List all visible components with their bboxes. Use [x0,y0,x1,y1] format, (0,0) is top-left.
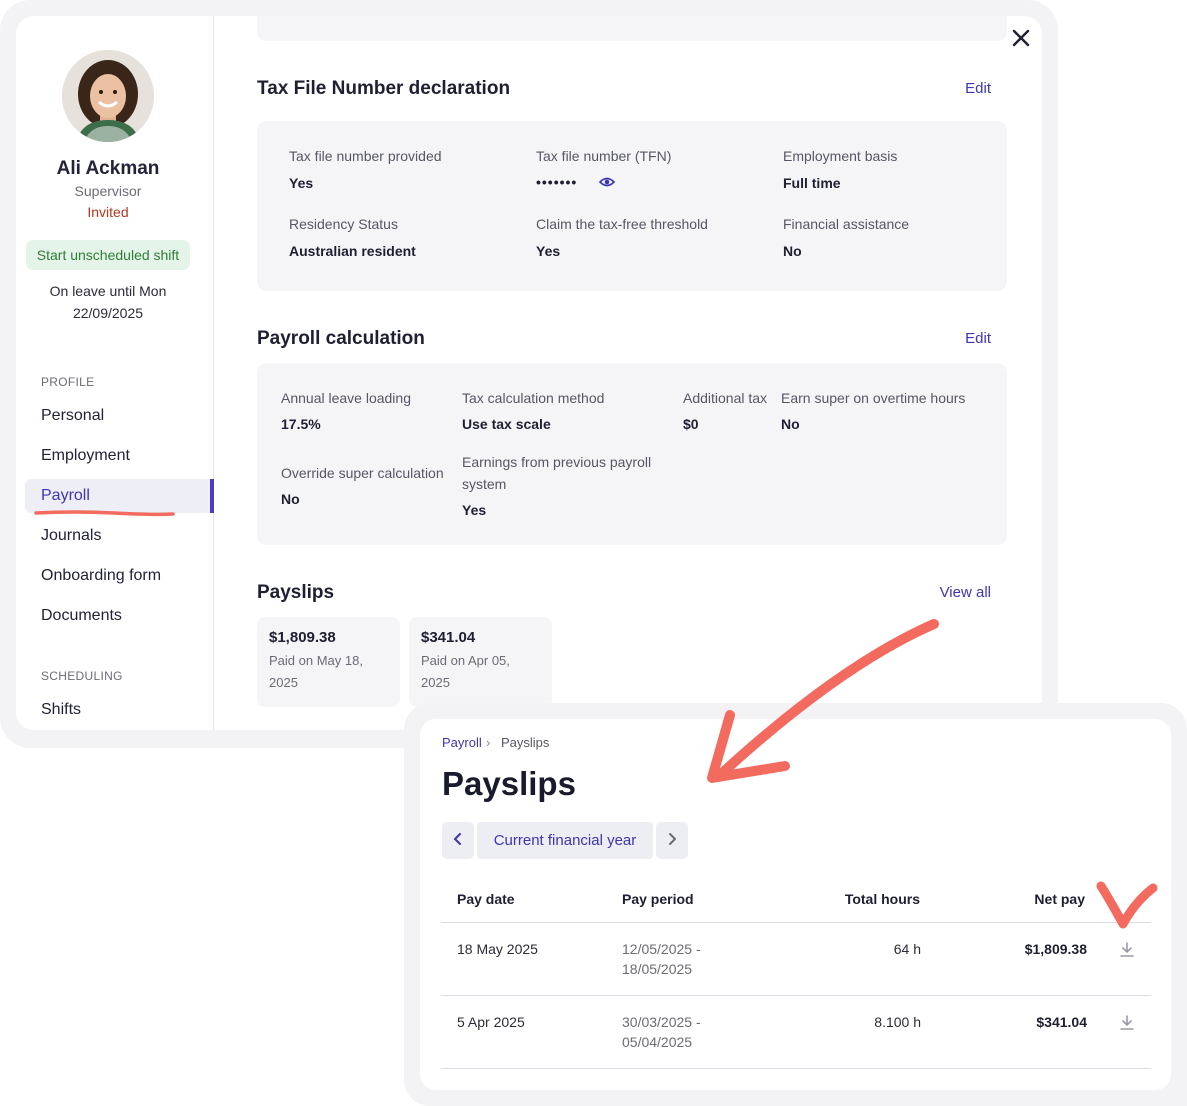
download-icon[interactable] [1120,942,1134,958]
residency-status-label: Residency Status [289,216,398,232]
nav-section-profile: PROFILE [41,375,95,389]
row-pay-date: 18 May 2025 [457,941,538,957]
override-super-label: Override super calculation [281,465,444,481]
row-total-hours: 64 h [893,941,921,957]
employment-basis-value: Full time [783,175,841,191]
leave-loading-label: Annual leave loading [281,390,411,406]
payroll-calc-section-title: Payroll calculation [257,328,425,349]
column-header-pay-period: Pay period [622,891,694,907]
employee-name: Ali Ackman [56,158,160,179]
employee-profile-panel: Ali Ackman Supervisor Invited Start unsc… [16,16,1042,730]
breadcrumb-payroll-link[interactable]: Payroll [442,735,482,750]
tax-method-label: Tax calculation method [462,390,605,406]
payslip-card-amount: $1,809.38 [269,629,336,646]
tfn-number-label: Tax file number (TFN) [536,148,672,164]
sidebar-item-documents[interactable]: Documents [41,607,122,625]
payroll-underline-annotation [34,510,175,517]
tfn-edit-link[interactable]: Edit [955,80,991,97]
nav-section-scheduling: SCHEDULING [41,669,123,683]
sidebar-item-shifts[interactable]: Shifts [41,701,81,719]
row-net-pay: $341.04 [1036,1014,1087,1030]
overtime-super-value: No [781,416,800,432]
page-title: Payslips [442,765,576,802]
table-row-divider [441,995,1151,996]
leave-notice-line1: On leave until Mon [49,283,167,299]
additional-tax-label: Additional tax [683,390,768,406]
employee-role: Supervisor [74,183,142,199]
row-pay-period-end: 18/05/2025 [622,961,693,977]
payslips-page-panel: Payroll › Payslips Payslips Current fina… [420,719,1171,1090]
residency-status-value: Australian resident [289,243,416,259]
sidebar-active-indicator [210,479,214,513]
chevron-right-icon [669,833,676,845]
start-unscheduled-shift-button[interactable]: Start unscheduled shift [26,240,190,270]
additional-tax-value: $0 [683,416,699,432]
profile-main: Tax File Number declaration Edit Tax fil… [215,16,1042,730]
employee-status: Invited [87,204,129,220]
row-pay-period-start: 12/05/2025 - [622,941,701,957]
breadcrumb-separator-icon: › [486,735,491,750]
payslips-section-title: Payslips [257,582,335,603]
leave-notice-line2: 22/09/2025 [72,305,144,321]
payslip-card[interactable]: $1,809.38 Paid on May 18, 2025 [257,617,400,707]
tax-method-value: Use tax scale [462,416,551,432]
tax-free-threshold-value: Yes [536,243,561,259]
table-row-divider [441,1068,1151,1069]
row-pay-period-start: 30/03/2025 - [622,1014,701,1030]
payslip-card-amount: $341.04 [421,629,476,646]
table-header-divider [441,922,1151,923]
payslips-view-all-link[interactable]: View all [931,584,991,601]
payslip-card-date: Paid on Apr 05, 2025 [421,653,510,690]
previous-period-button[interactable] [442,822,474,859]
financial-assistance-label: Financial assistance [783,216,910,232]
avatar-photo-icon [62,50,154,142]
profile-sidebar: Ali Ackman Supervisor Invited Start unsc… [16,16,214,730]
payslip-card-date: Paid on May 18, 2025 [269,650,388,694]
payslip-card-date-line2: 2025 [269,675,298,690]
close-icon[interactable] [1009,26,1033,50]
row-pay-period-end: 05/04/2025 [622,1034,693,1050]
financial-assistance-value: No [783,243,802,259]
financial-year-selector[interactable]: Current financial year [477,822,653,859]
chevron-left-icon [454,833,461,845]
row-net-pay: $1,809.38 [1024,941,1087,957]
column-header-pay-date: Pay date [457,891,515,907]
row-pay-date: 5 Apr 2025 [457,1014,525,1030]
payslip-card[interactable]: $341.04 Paid on Apr 05, 2025 [409,617,552,707]
previous-earnings-value: Yes [462,502,487,518]
payslip-card-date-line1: Paid on May 18, [269,653,363,668]
overtime-super-label: Earn super on overtime hours [781,390,966,406]
previous-earnings-label-line1: Earnings from previous payroll [462,454,652,470]
row-pay-period: 12/05/2025 - 18/05/2025 [622,939,701,979]
row-pay-period: 30/03/2025 - 05/04/2025 [622,1012,701,1052]
previous-earnings-label-line2: system [462,476,507,492]
sidebar-item-onboarding-form[interactable]: Onboarding form [41,567,161,585]
row-total-hours: 8.100 h [874,1014,921,1030]
tfn-provided-label: Tax file number provided [289,148,442,164]
tfn-info-box: Tax file number provided Yes Tax file nu… [257,121,1007,291]
tfn-number-value: ••••••• [536,174,578,190]
previous-earnings-label: Earnings from previous payroll system [462,451,651,495]
next-period-button[interactable] [656,822,688,859]
download-icon[interactable] [1120,1015,1134,1031]
sidebar-item-journals[interactable]: Journals [41,527,101,545]
eye-icon[interactable] [599,176,615,188]
payroll-calc-info-box: Annual leave loading 17.5% Tax calculati… [257,363,1007,545]
payroll-calc-edit-link[interactable]: Edit [955,330,991,347]
avatar [62,50,154,142]
leave-loading-value: 17.5% [281,416,321,432]
tfn-section-title: Tax File Number declaration [257,78,511,99]
sidebar-item-employment[interactable]: Employment [41,447,130,465]
column-header-net-pay: Net pay [1034,891,1085,907]
override-super-value: No [281,491,300,507]
tax-free-threshold-label: Claim the tax-free threshold [536,216,708,232]
tfn-provided-value: Yes [289,175,314,191]
breadcrumb-current: Payslips [501,735,550,750]
sidebar-item-personal[interactable]: Personal [41,407,104,425]
previous-section-strip [257,16,1007,41]
sidebar-item-payroll[interactable]: Payroll [41,487,90,505]
column-header-total-hours: Total hours [844,891,920,907]
employment-basis-label: Employment basis [783,148,898,164]
leave-notice: On leave until Mon 22/09/2025 [16,280,200,324]
